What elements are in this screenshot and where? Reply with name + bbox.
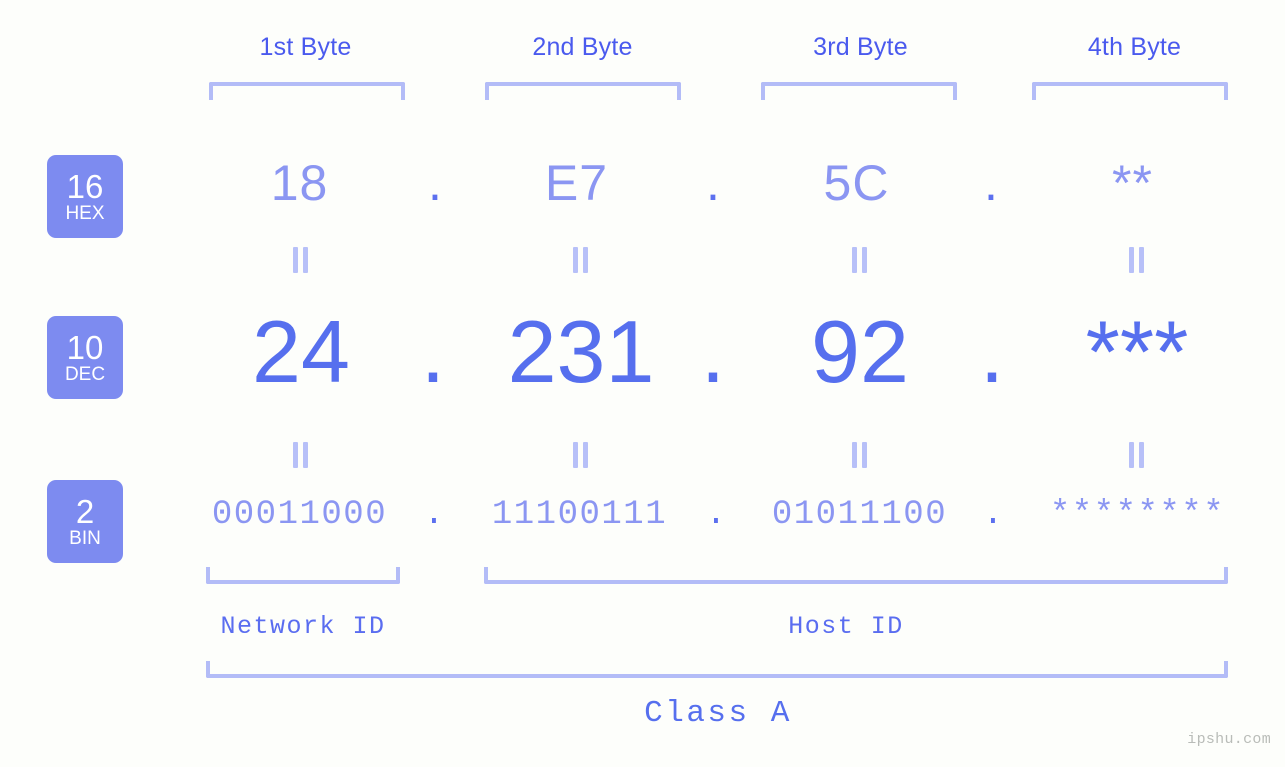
base-badge-dec-label: DEC <box>64 363 106 385</box>
base-badge-dec-number: 10 <box>66 328 104 366</box>
bin-separator-1: . <box>423 496 445 534</box>
hex-byte-3: 5C <box>823 155 890 211</box>
base-badge-hex-label: HEX <box>65 202 105 224</box>
equals-mark-dec-bin-2 <box>569 442 591 468</box>
bin-byte-4: ******** <box>1049 496 1226 534</box>
hex-separator-3: . <box>984 155 998 211</box>
network-id-bracket <box>206 567 400 584</box>
base-badge-dec: 10 DEC <box>47 316 123 399</box>
dec-byte-4: *** <box>1085 302 1189 401</box>
dec-separator-2: . <box>700 302 726 401</box>
hex-byte-4: ** <box>1112 155 1153 211</box>
hex-byte-1: 18 <box>270 155 329 211</box>
host-id-bracket <box>484 567 1228 584</box>
dec-byte-1: 24 <box>252 302 350 401</box>
byte-header-3: 3rd Byte <box>813 33 908 61</box>
bin-separator-2: . <box>705 496 727 534</box>
equals-mark-hex-dec-1 <box>289 247 311 273</box>
byte-header-1: 1st Byte <box>259 33 352 61</box>
byte-bracket-top-2 <box>485 82 681 100</box>
byte-header-4: 4th Byte <box>1087 33 1182 61</box>
class-label: Class A <box>644 696 792 731</box>
equals-mark-hex-dec-2 <box>569 247 591 273</box>
base-badge-hex-number: 16 <box>66 167 104 205</box>
site-watermark: ipshu.com <box>1187 731 1271 748</box>
byte-bracket-top-3 <box>761 82 957 100</box>
base-badge-hex: 16 HEX <box>47 155 123 238</box>
hex-separator-1: . <box>428 155 442 211</box>
bin-byte-2: 11100111 <box>491 496 668 534</box>
dec-separator-1: . <box>420 302 446 401</box>
network-id-label: Network ID <box>220 612 386 641</box>
ip-address-breakdown-diagram: 1st Byte 2nd Byte 3rd Byte 4th Byte 16 H… <box>0 0 1285 767</box>
dec-byte-3: 92 <box>811 302 909 401</box>
bin-byte-3: 01011100 <box>771 496 948 534</box>
dec-separator-3: . <box>979 302 1005 401</box>
bin-byte-1: 00011000 <box>211 496 388 534</box>
base-badge-bin: 2 BIN <box>47 480 123 563</box>
equals-mark-dec-bin-4 <box>1125 442 1147 468</box>
byte-header-2: 2nd Byte <box>532 33 633 61</box>
byte-bracket-top-1 <box>209 82 405 100</box>
equals-mark-dec-bin-3 <box>848 442 870 468</box>
byte-bracket-top-4 <box>1032 82 1228 100</box>
dec-byte-2: 231 <box>507 302 655 401</box>
hex-byte-2: E7 <box>544 155 609 211</box>
class-bracket <box>206 661 1228 678</box>
equals-mark-hex-dec-4 <box>1125 247 1147 273</box>
equals-mark-dec-bin-1 <box>289 442 311 468</box>
base-badge-bin-label: BIN <box>69 527 101 549</box>
equals-mark-hex-dec-3 <box>848 247 870 273</box>
bin-separator-3: . <box>982 496 1004 534</box>
hex-separator-2: . <box>706 155 720 211</box>
base-badge-bin-number: 2 <box>75 492 95 530</box>
host-id-label: Host ID <box>788 612 904 641</box>
